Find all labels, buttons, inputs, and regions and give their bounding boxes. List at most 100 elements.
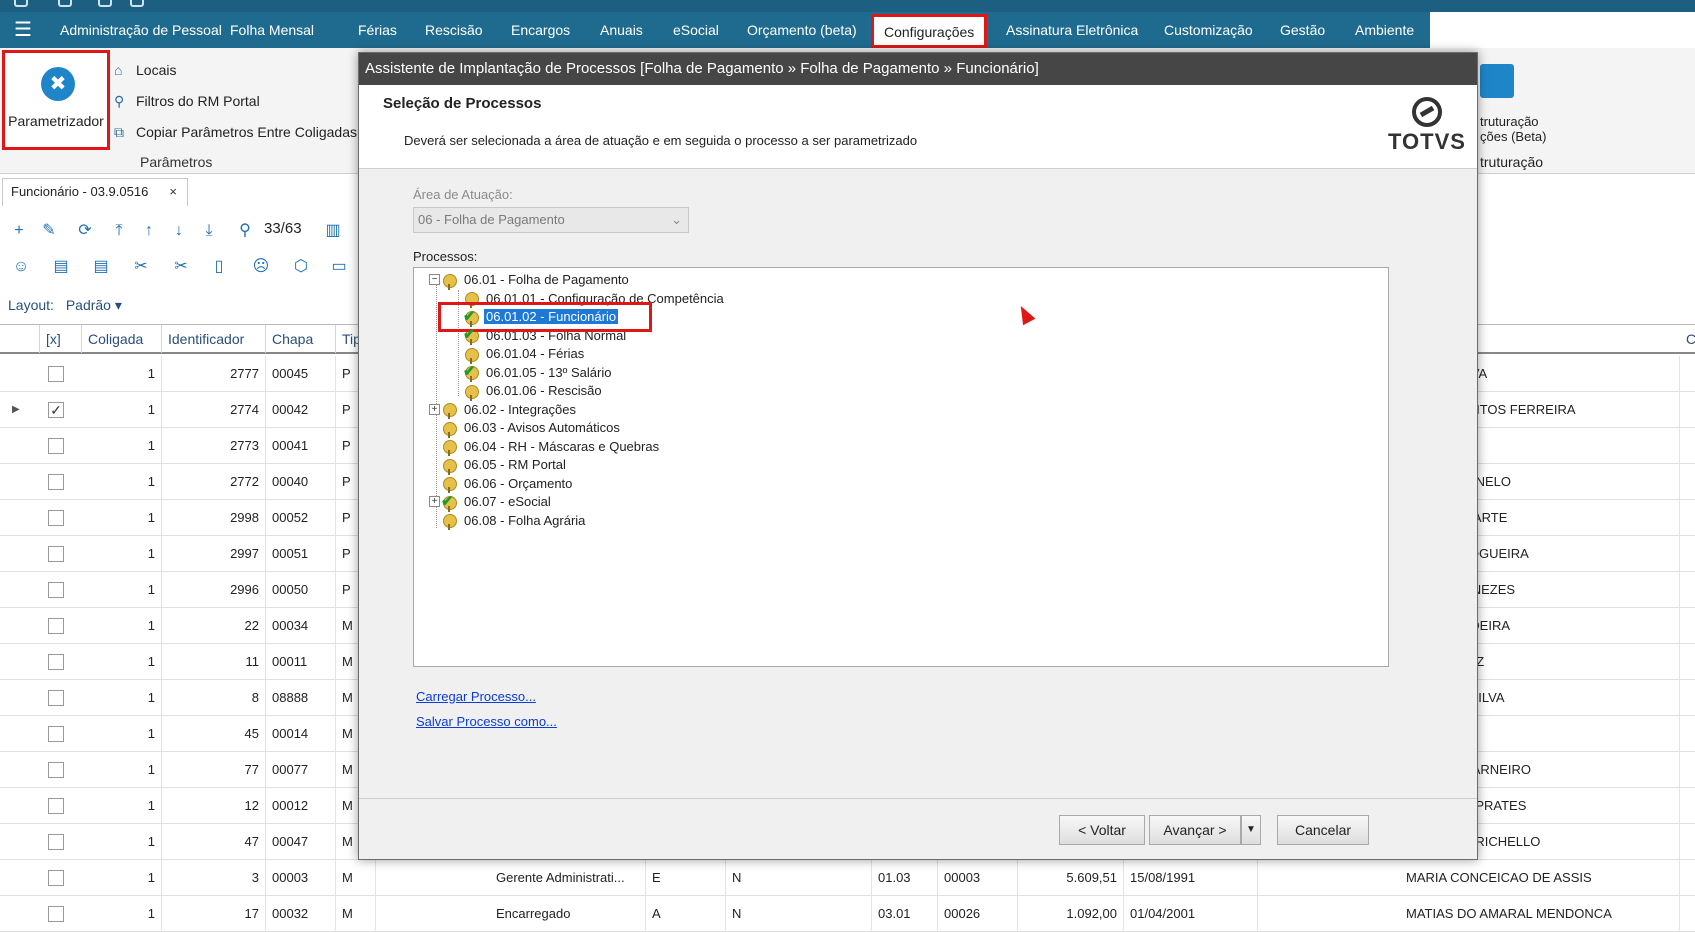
box-icon[interactable]: ⬡ xyxy=(290,256,312,278)
quick-access-icon[interactable] xyxy=(130,0,144,7)
menu-esocial[interactable]: eSocial xyxy=(663,12,729,48)
next-button[interactable]: Avançar > xyxy=(1149,815,1241,845)
parametrizador-button[interactable]: ✖ Parametrizador xyxy=(2,50,110,150)
cell-coligada: 1 xyxy=(82,788,162,824)
last-record-icon[interactable]: ⤓ xyxy=(198,220,220,242)
cell-chapa: 00034 xyxy=(266,608,336,644)
database-icon[interactable]: ▤ xyxy=(50,256,72,278)
tree-item[interactable]: 06.01 - Folha de Pagamento xyxy=(440,270,631,290)
next-dropdown-icon[interactable]: ▼ xyxy=(1241,815,1261,845)
edit-icon[interactable]: ✎ xyxy=(38,220,60,242)
table-row[interactable]: 1 3 00003 M Gerente Administrati... E N 01.03 00… xyxy=(0,860,1695,896)
row-checkbox[interactable] xyxy=(48,798,64,814)
row-checkbox[interactable] xyxy=(48,870,64,886)
menu-anuais[interactable]: Anuais xyxy=(590,12,653,48)
copiar-parametros-button[interactable]: ⧉ Copiar Parâmetros Entre Coligadas xyxy=(114,120,357,144)
tools-settings-icon[interactable]: ✂ xyxy=(170,256,192,278)
row-checkbox[interactable] xyxy=(48,654,64,670)
quick-access-icon[interactable] xyxy=(98,0,112,7)
row-checkbox[interactable]: ✓ xyxy=(48,402,64,418)
filtros-rm-portal-button[interactable]: ⚲ Filtros do RM Portal xyxy=(114,89,260,113)
tab-funcionario[interactable]: Funcionário - 03.9.0516 × xyxy=(2,178,188,206)
save-process-link[interactable]: Salvar Processo como... xyxy=(416,714,557,729)
col-header-c[interactable]: C xyxy=(1680,325,1695,353)
database-add-icon[interactable]: ▤ xyxy=(90,256,112,278)
col-header-select[interactable]: [x] xyxy=(40,325,82,353)
tree-item[interactable]: 06.01.04 - Férias xyxy=(462,344,586,364)
row-checkbox[interactable] xyxy=(48,906,64,922)
col-header-identificador[interactable]: Identificador xyxy=(162,325,266,353)
menu-encargos[interactable]: Encargos xyxy=(501,12,580,48)
search-icon[interactable]: ⚲ xyxy=(234,220,256,242)
back-button[interactable]: < Voltar xyxy=(1059,815,1145,845)
row-checkbox[interactable] xyxy=(48,510,64,526)
load-process-link[interactable]: Carregar Processo... xyxy=(416,689,536,704)
menu-folha-mensal[interactable]: Folha Mensal xyxy=(220,12,324,48)
row-checkbox[interactable] xyxy=(48,726,64,742)
add-icon[interactable]: + xyxy=(8,220,30,242)
row-checkbox[interactable] xyxy=(48,546,64,562)
cancel-button[interactable]: Cancelar xyxy=(1277,815,1369,845)
next-record-icon[interactable]: ↓ xyxy=(168,220,190,242)
col-header-chapa[interactable]: Chapa xyxy=(266,325,336,353)
cell-coligada: 1 xyxy=(82,644,162,680)
row-checkbox[interactable] xyxy=(48,582,64,598)
collapse-icon[interactable]: − xyxy=(429,274,440,285)
row-checkbox[interactable] xyxy=(48,618,64,634)
hamburger-menu-icon[interactable]: ☰ xyxy=(14,20,36,41)
menu-assinatura-eletronica[interactable]: Assinatura Eletrônica xyxy=(996,12,1148,48)
tree-item[interactable]: 06.03 - Avisos Automáticos xyxy=(440,418,622,438)
cell-data: 15/08/1991 xyxy=(1124,860,1258,896)
card-icon[interactable]: ▭ xyxy=(328,256,350,278)
row-checkbox[interactable] xyxy=(48,834,64,850)
table-row[interactable]: 1 17 00032 M Encarregado A N 03.01 00026 1.092,00… xyxy=(0,896,1695,932)
quick-access-icon[interactable] xyxy=(58,0,72,7)
reestruturacao-button[interactable]: truturação ções (Beta) xyxy=(1480,64,1560,154)
col-header-coligada[interactable]: Coligada xyxy=(82,325,162,353)
tree-item[interactable]: 06.08 - Folha Agrária xyxy=(440,511,587,531)
cell-chapa: 00041 xyxy=(266,428,336,464)
menu-customizacao[interactable]: Customização xyxy=(1154,12,1263,48)
cell-coligada: 1 xyxy=(82,500,162,536)
tree-item[interactable]: 06.05 - RM Portal xyxy=(440,455,568,475)
row-checkbox[interactable] xyxy=(48,690,64,706)
user-delete-icon[interactable]: ☹ xyxy=(250,256,272,278)
row-checkbox[interactable] xyxy=(48,762,64,778)
menu-gestao[interactable]: Gestão xyxy=(1270,12,1335,48)
layout-value[interactable]: Padrão xyxy=(66,297,111,313)
tree-item[interactable]: 06.01.06 - Rescisão xyxy=(462,381,604,401)
tools-icon[interactable]: ✂ xyxy=(130,256,152,278)
layout-selector[interactable]: Layout: Padrão ▾ xyxy=(8,297,122,314)
row-checkbox[interactable] xyxy=(48,438,64,454)
refresh-icon[interactable]: ⟳ xyxy=(74,220,96,242)
cell-col-b: N xyxy=(726,860,872,896)
menu-ferias[interactable]: Férias xyxy=(348,12,407,48)
menu-configuracoes[interactable]: Configurações xyxy=(871,14,988,48)
previous-record-icon[interactable]: ↑ xyxy=(138,220,160,242)
tree-item[interactable]: 06.06 - Orçamento xyxy=(440,474,574,494)
expand-icon[interactable]: + xyxy=(429,403,440,415)
row-indicator-header xyxy=(0,325,40,353)
tree-item[interactable]: 06.04 - RH - Máscaras e Quebras xyxy=(440,437,661,457)
columns-icon[interactable]: ▥ xyxy=(322,220,344,242)
menu-administracao-pessoal[interactable]: Administração de Pessoal xyxy=(50,12,232,48)
cell-chapa: 00012 xyxy=(266,788,336,824)
tree-item[interactable]: ✔ 06.07 - eSocial xyxy=(440,492,553,512)
tree-item[interactable]: ✔ 06.01.05 - 13º Salário xyxy=(462,363,613,383)
cell-coligada: 1 xyxy=(82,680,162,716)
row-checkbox[interactable] xyxy=(48,366,64,382)
tree-item[interactable]: 06.02 - Integrações xyxy=(440,400,578,420)
document-icon[interactable]: ▯ xyxy=(208,256,230,278)
first-record-icon[interactable]: ⤒ xyxy=(108,220,130,242)
menu-orcamento[interactable]: Orçamento (beta) xyxy=(737,12,867,48)
locais-button[interactable]: ⌂ Locais xyxy=(114,58,176,82)
menu-ambiente[interactable]: Ambiente xyxy=(1345,12,1424,48)
user-remove-icon[interactable]: ☺ xyxy=(10,256,32,278)
cell-tipo: M xyxy=(336,896,376,932)
row-checkbox[interactable] xyxy=(48,474,64,490)
expand-icon[interactable]: + xyxy=(429,496,440,507)
close-tab-icon[interactable]: × xyxy=(169,179,177,205)
menu-rescisao[interactable]: Rescisão xyxy=(415,12,493,48)
cell-col-b: N xyxy=(726,896,872,932)
main-menubar: ☰ Administração de Pessoal Folha Mensal … xyxy=(0,12,1430,48)
